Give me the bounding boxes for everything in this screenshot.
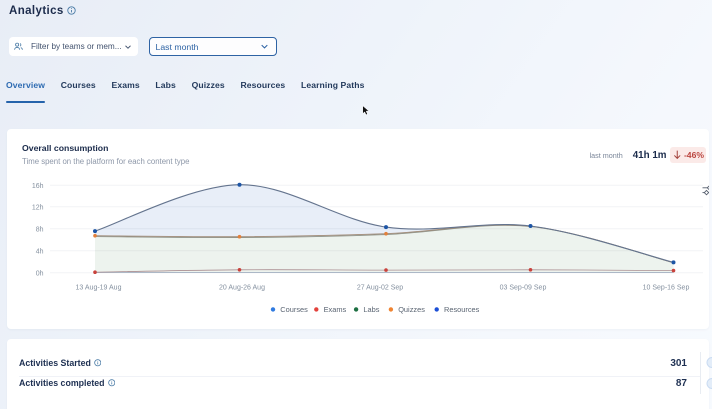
svg-text:Resources: Resources: [444, 305, 480, 314]
svg-text:4h: 4h: [36, 248, 44, 255]
svg-text:8h: 8h: [36, 226, 44, 233]
svg-text:12h: 12h: [32, 204, 44, 211]
svg-text:27 Aug-02 Sep: 27 Aug-02 Sep: [357, 285, 403, 292]
svg-text:16h: 16h: [32, 183, 44, 190]
svg-text:Courses: Courses: [280, 305, 308, 314]
svg-text:Quizzes: Quizzes: [398, 305, 425, 314]
svg-text:0h: 0h: [36, 270, 44, 277]
svg-text:10 Sep-16 Sep: 10 Sep-16 Sep: [643, 285, 690, 292]
svg-text:Labs: Labs: [363, 305, 379, 314]
svg-text:20 Aug-26 Aug: 20 Aug-26 Aug: [219, 285, 265, 292]
svg-text:03 Sep-09 Sep: 03 Sep-09 Sep: [500, 285, 547, 292]
svg-text:Exams: Exams: [324, 305, 347, 314]
svg-text:13 Aug-19 Aug: 13 Aug-19 Aug: [76, 285, 122, 292]
